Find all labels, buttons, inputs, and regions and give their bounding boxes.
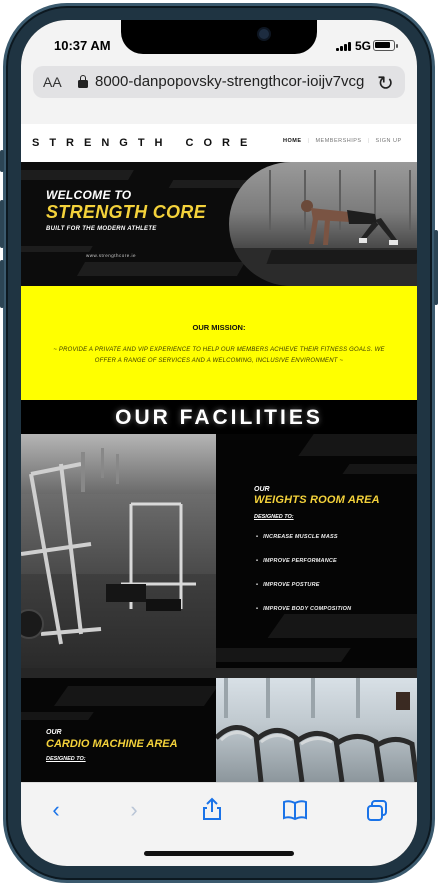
safari-top-chrome: 10:37 AM 5G AA 8000-danpopovsky-strength… bbox=[21, 20, 417, 124]
volume-up-button bbox=[0, 200, 4, 248]
weights-designed-label: DESIGNED TO: bbox=[254, 514, 294, 520]
address-bar[interactable]: AA 8000-danpopovsky-strengthcor-ioijv7vc… bbox=[33, 66, 405, 98]
text-size-button[interactable]: AA bbox=[43, 74, 62, 90]
athlete-figure bbox=[301, 200, 398, 245]
list-item: IMPROVE BODY COMPOSITION bbox=[256, 606, 351, 630]
share-icon[interactable] bbox=[192, 797, 232, 827]
camera-icon bbox=[259, 29, 269, 39]
side-button bbox=[0, 150, 4, 172]
hero-athlete-image bbox=[229, 162, 417, 286]
hero-banner: WELCOME TO STRENGTH CORE BUILT FOR THE M… bbox=[21, 162, 417, 286]
forward-icon[interactable]: › bbox=[114, 797, 154, 823]
treadmill-illustration bbox=[216, 678, 417, 782]
battery-icon bbox=[373, 40, 398, 51]
gym-equipment-illustration bbox=[21, 448, 196, 645]
cardio-our-label: OUR bbox=[46, 729, 62, 736]
back-icon[interactable]: ‹ bbox=[36, 797, 76, 823]
url-text[interactable]: 8000-danpopovsky-strengthcor-ioijv7vcg bbox=[95, 73, 370, 90]
power-button bbox=[434, 230, 438, 305]
hero-tagline: BUILT FOR THE MODERN ATHLETE bbox=[46, 226, 157, 232]
hero-welcome: WELCOME TO bbox=[46, 188, 132, 202]
lock-icon bbox=[78, 75, 88, 88]
screen: 10:37 AM 5G AA 8000-danpopovsky-strength… bbox=[21, 20, 417, 866]
weights-room-panel: OUR WEIGHTS ROOM AREA DESIGNED TO: INCRE… bbox=[216, 434, 417, 668]
tabs-icon[interactable] bbox=[357, 799, 397, 829]
bookmarks-icon[interactable] bbox=[275, 799, 315, 827]
weights-our-label: OUR bbox=[254, 486, 270, 493]
hero-url: www.strengthcore.ie bbox=[86, 253, 137, 258]
nav-home-link[interactable]: HOME bbox=[283, 138, 302, 144]
website-viewport: STRENGTH CORE HOME | MEMBERSHIPS | SIGN UP W… bbox=[21, 124, 417, 782]
volume-down-button bbox=[0, 260, 4, 308]
notch bbox=[121, 20, 317, 54]
site-navbar: STRENGTH CORE HOME | MEMBERSHIPS | SIGN UP bbox=[21, 124, 417, 162]
mission-text: ~ PROVIDE A PRIVATE AND VIP EXPERIENCE T… bbox=[53, 347, 385, 364]
facilities-heading: OUR FACILITIES bbox=[21, 400, 417, 436]
reload-icon[interactable]: ↻ bbox=[377, 71, 394, 96]
cardio-machines-image bbox=[216, 678, 417, 782]
cardio-area-panel: OUR CARDIO MACHINE AREA DESIGNED TO: bbox=[21, 678, 216, 782]
status-bar: 10:37 AM 5G bbox=[21, 20, 417, 68]
section-divider bbox=[21, 668, 417, 678]
network-label: 5G bbox=[355, 39, 372, 53]
status-time: 10:37 AM bbox=[54, 38, 111, 53]
weights-room-image bbox=[21, 434, 216, 668]
signal-icon bbox=[336, 41, 352, 51]
cardio-designed-label: DESIGNED TO: bbox=[46, 756, 86, 762]
weights-benefits-list: INCREASE MUSCLE MASS IMPROVE PERFORMANCE… bbox=[256, 534, 351, 630]
nav-separator: | bbox=[307, 138, 310, 144]
home-indicator[interactable] bbox=[144, 851, 294, 856]
nav-signup-link[interactable]: SIGN UP bbox=[376, 138, 402, 144]
weights-title: WEIGHTS ROOM AREA bbox=[254, 494, 380, 506]
list-item: IMPROVE POSTURE bbox=[256, 582, 351, 606]
cardio-title: CARDIO MACHINE AREA bbox=[46, 738, 178, 750]
brand-logo[interactable]: STRENGTH CORE bbox=[32, 137, 257, 149]
nav-links: HOME | MEMBERSHIPS | SIGN UP bbox=[283, 138, 408, 144]
safari-toolbar: ‹ › bbox=[21, 782, 417, 866]
mission-section: OUR MISSION: ~ PROVIDE A PRIVATE AND VIP… bbox=[21, 286, 417, 400]
list-item: INCREASE MUSCLE MASS bbox=[256, 534, 351, 558]
nav-separator: | bbox=[367, 138, 370, 144]
mission-title: OUR MISSION: bbox=[192, 323, 246, 332]
list-item: IMPROVE PERFORMANCE bbox=[256, 558, 351, 582]
hero-brand: STRENGTH CORE bbox=[46, 202, 206, 222]
nav-memberships-link[interactable]: MEMBERSHIPS bbox=[315, 138, 361, 144]
text-size-label: AA bbox=[43, 74, 62, 90]
